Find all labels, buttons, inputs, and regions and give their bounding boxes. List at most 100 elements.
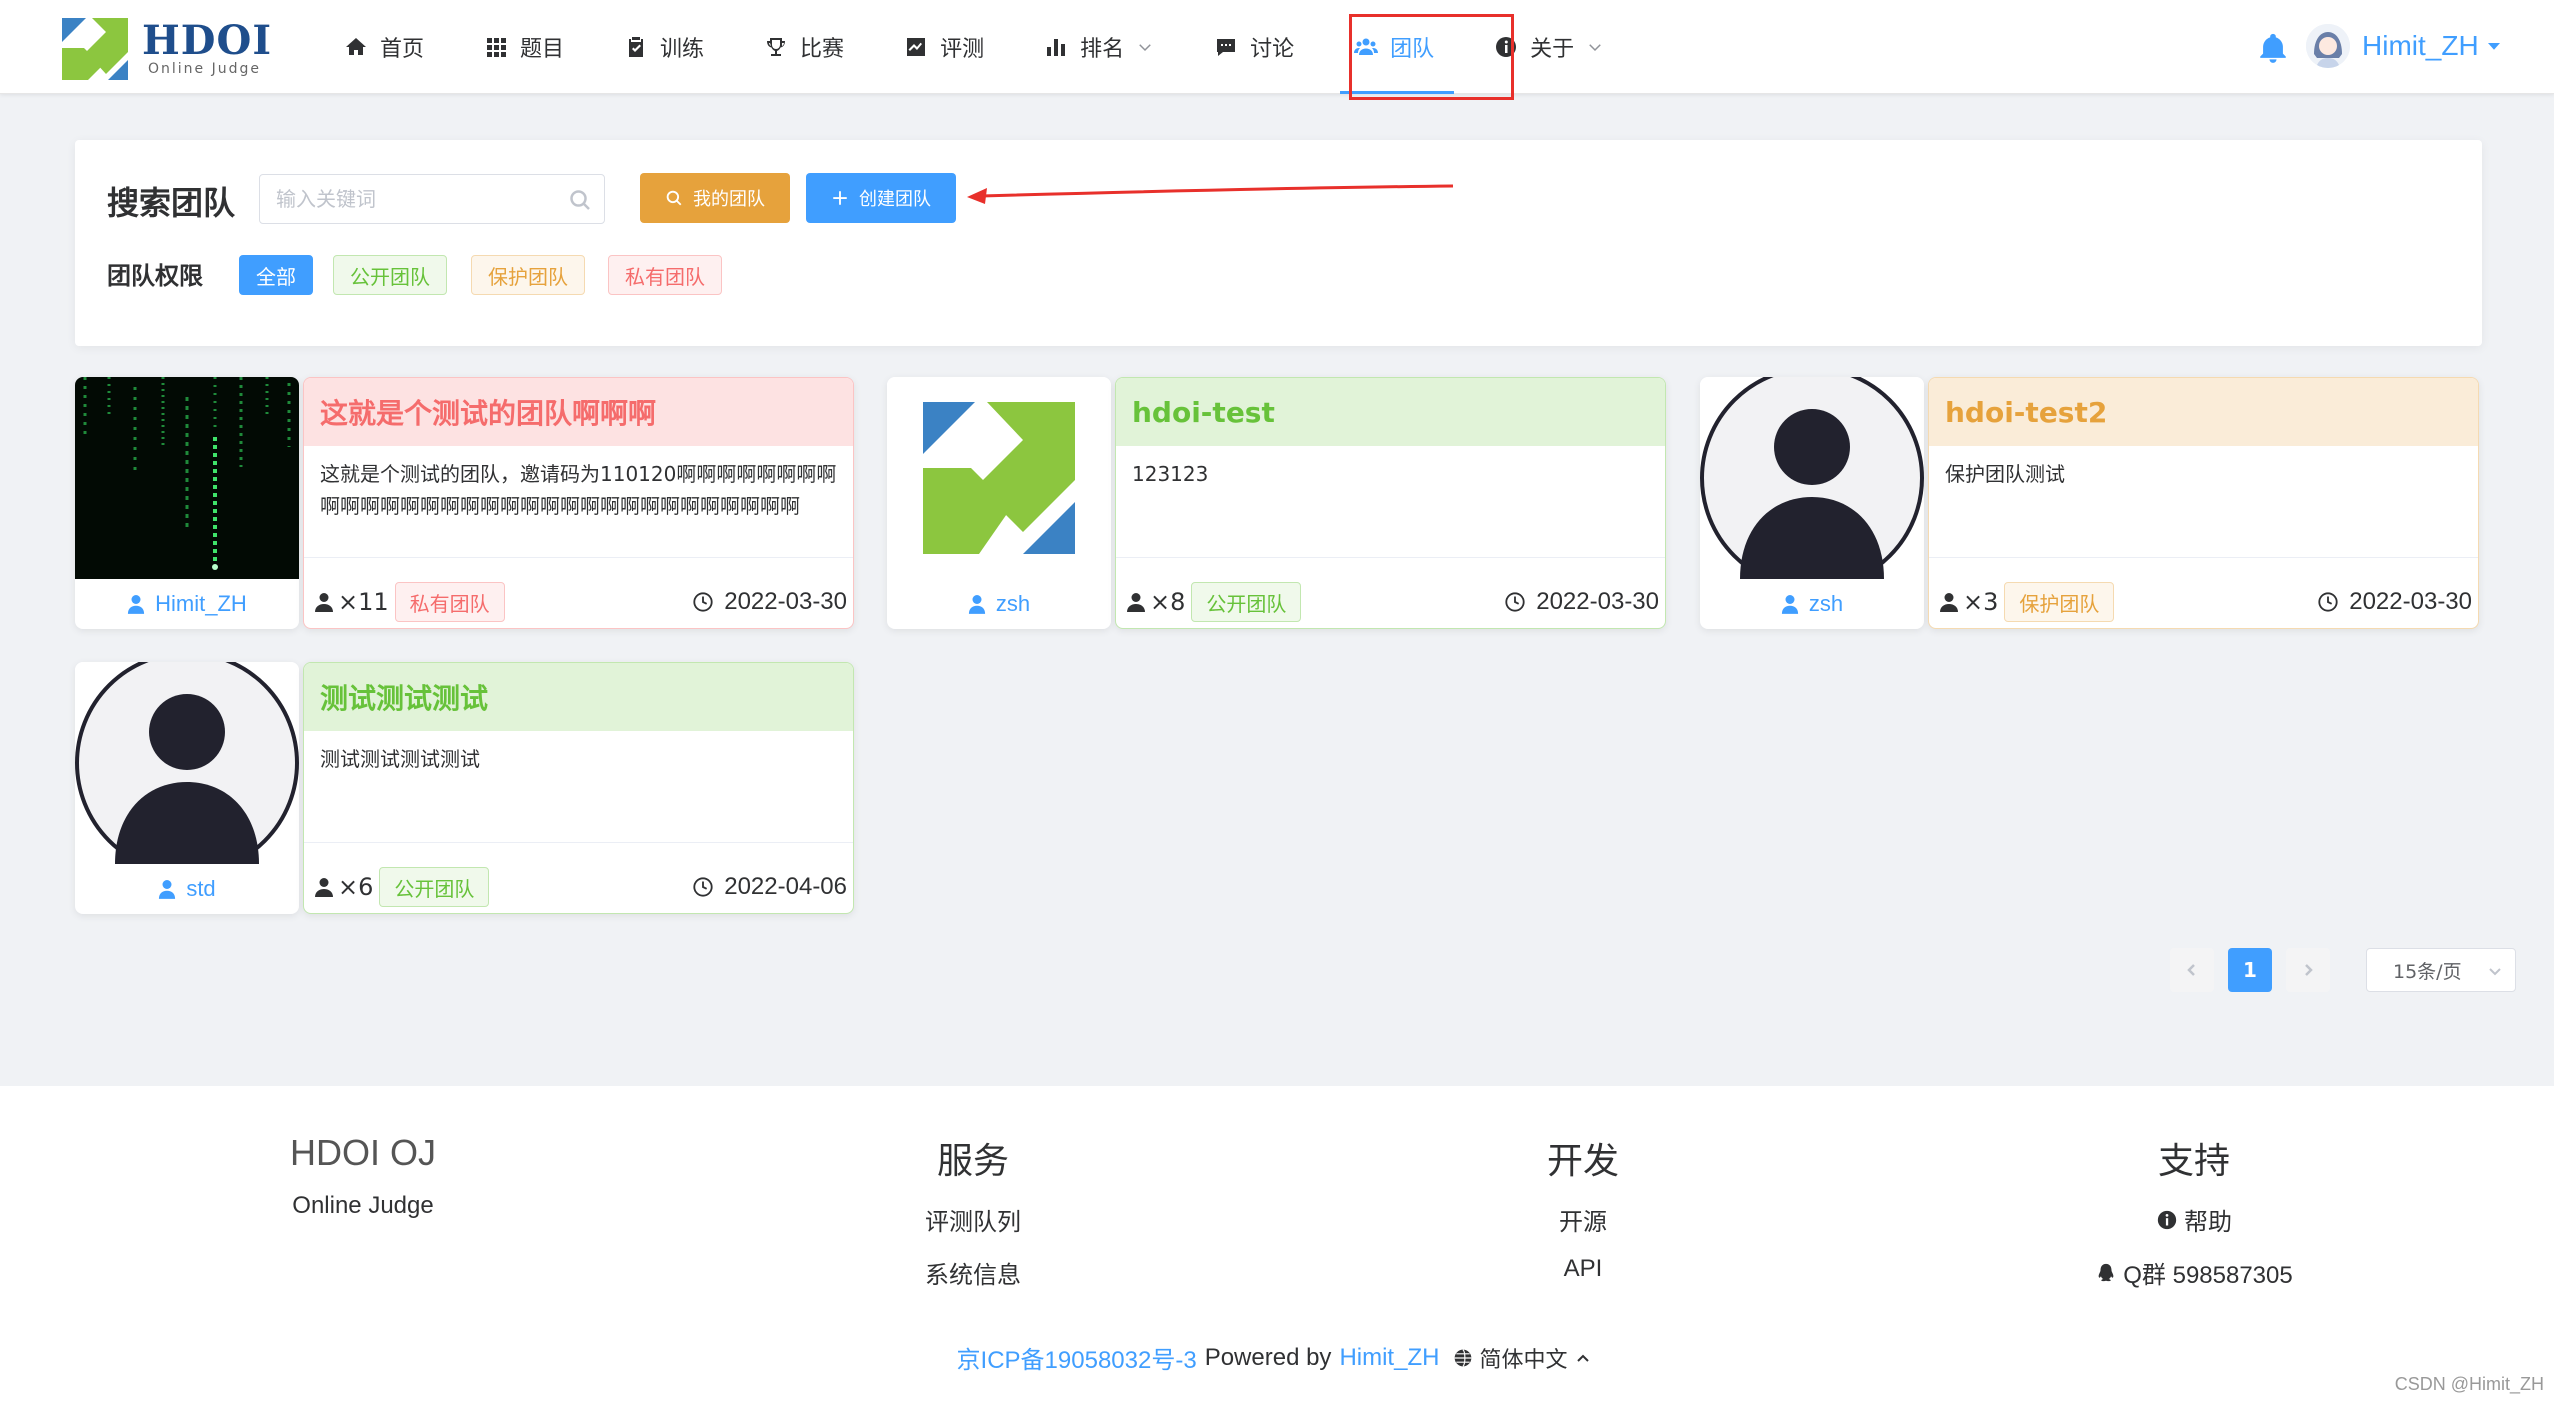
nav-discussion-label: 讨论 [1250,37,1295,62]
footer-link-system-info[interactable]: 系统信息 [823,1255,1123,1290]
nav-rank[interactable]: 排名 [1030,0,1174,94]
team-owner-label: Himit_ZH [155,591,247,616]
nav-training[interactable]: 训练 [610,0,724,94]
footer-link-judge-queue[interactable]: 评测队列 [823,1202,1123,1237]
bar-chart-icon [1047,39,1066,56]
my-team-label: 我的团队 [693,189,765,210]
prev-page-button[interactable] [2170,948,2214,992]
chevron-down-icon [2489,968,2501,976]
footer-col-service: 服务 评测队列 系统信息 [823,1132,1123,1290]
footer-bottom-bar: 京ICP备19058032号-3 Powered by Himit_ZH 简体中… [0,1340,2554,1375]
footer-col-support: 支持 帮助 Q群 598587305 [2044,1132,2344,1290]
filter-protect[interactable]: 保护团队 [471,255,585,295]
footer-link-qq-group[interactable]: Q群 598587305 [2044,1255,2344,1290]
footer-link-help[interactable]: 帮助 [2044,1202,2344,1237]
powered-by-text: Powered by [1204,1343,1332,1371]
user-icon [968,595,985,614]
users-icon [1354,38,1379,55]
globe-icon [1455,1348,1472,1367]
team-owner-panel: zsh [1700,377,1924,629]
filter-public[interactable]: 公开团队 [333,255,447,295]
nav-problems-label: 题目 [520,37,565,62]
team-owner-label: std [186,876,216,901]
team-owner[interactable]: zsh [1700,579,1924,629]
nav-contest[interactable]: 比赛 [750,0,864,94]
nav-problems[interactable]: 题目 [470,0,584,94]
comment-icon [1217,39,1236,56]
footer-col-dev: 开发 开源 API [1433,1132,1733,1283]
team-description: 测试测试测试测试 [304,731,853,843]
team-permission-tag: 公开团队 [1191,582,1302,622]
nav-about[interactable]: 关于 [1480,0,1624,94]
team-name[interactable]: 测试测试测试 [304,663,853,731]
chart-line-icon [907,38,926,56]
page-size-label: 15条/页 [2393,960,2462,983]
footer-link-open-source[interactable]: 开源 [1433,1202,1733,1237]
team-info-panel: hdoi-test2 保护团队测试 ×3 保护团队 2022-03-30 [1928,377,2479,629]
team-date: 2022-03-30 [2317,588,2472,616]
page-number-current[interactable]: 1 [2228,948,2272,992]
team-footer: ×8 公开团队 2022-03-30 [1116,576,1665,628]
team-name[interactable]: hdoi-test [1116,378,1665,446]
team-owner[interactable]: std [75,864,299,914]
team-avatar [1700,377,1924,579]
site-logo[interactable]: HDOI Online Judge [62,18,272,80]
logo-title: HDOI [142,17,273,64]
watermark: CSDN @Himit_ZH [2394,1374,2544,1394]
search-icon[interactable] [568,188,592,212]
grid-icon [487,38,507,57]
team-permission-tag: 私有团队 [394,582,505,622]
filter-private[interactable]: 私有团队 [608,255,722,295]
team-name[interactable]: hdoi-test2 [1929,378,2478,446]
clock-icon [693,877,713,897]
team-owner[interactable]: Himit_ZH [75,579,299,629]
trophy-icon [767,38,786,56]
clipboard-icon [629,37,644,57]
chevron-down-icon [1139,44,1151,52]
logo-icon [62,18,128,80]
chevron-left-icon [2187,964,2195,976]
icp-link[interactable]: 京ICP备19058032号-3 [957,1340,1197,1375]
next-page-button[interactable] [2286,948,2330,992]
info-icon [2157,1210,2177,1229]
my-team-button[interactable]: 我的团队 [640,173,790,223]
nav-team[interactable]: 团队 [1340,0,1455,94]
default-avatar-icon [75,662,299,864]
author-link[interactable]: Himit_ZH [1339,1344,1439,1372]
bell-icon[interactable] [2256,30,2290,66]
team-description: 123123 [1116,446,1665,558]
nav-home-label: 首页 [380,37,425,62]
team-name[interactable]: 这就是个测试的团队啊啊啊 [304,378,853,446]
team-date: 2022-03-30 [1504,588,1659,616]
nav-discussion[interactable]: 讨论 [1200,0,1314,94]
team-date-label: 2022-03-30 [724,588,847,615]
team-avatar-image [887,377,1111,579]
nav-rank-label: 排名 [1080,37,1125,62]
team-avatar [75,662,299,864]
team-owner[interactable]: zsh [887,579,1111,629]
nav-home[interactable]: 首页 [330,0,444,94]
member-count: ×8 [1126,588,1185,616]
nav-status[interactable]: 评测 [890,0,1004,94]
member-count-label: ×8 [1150,588,1186,616]
footer-brand-subtitle: Online Judge [292,1192,434,1219]
search-input[interactable] [260,175,550,223]
nav-contest-label: 比赛 [800,37,845,62]
footer-link-api[interactable]: API [1433,1255,1733,1283]
user-icon [315,593,333,612]
team-footer: ×11 私有团队 2022-03-30 [304,576,853,628]
top-navbar: HDOI Online Judge 首页 题目 训练 比赛 评测 排名 讨论 团… [0,0,2554,94]
user-menu[interactable]: Himit_ZH [2306,24,2503,68]
team-info-panel: 测试测试测试 测试测试测试测试 ×6 公开团队 2022-04-06 [303,662,854,914]
user-icon [315,878,333,897]
search-title: 搜索团队 [107,184,236,222]
clock-icon [1505,592,1525,612]
team-info-panel: hdoi-test 123123 ×8 公开团队 2022-03-30 [1115,377,1666,629]
filter-all[interactable]: 全部 [239,255,313,295]
page-size-select[interactable]: 15条/页 [2366,948,2516,992]
create-team-button[interactable]: 创建团队 [806,173,956,223]
language-switcher[interactable]: 简体中文 [1479,1342,1567,1374]
team-avatar [75,377,299,579]
member-count-label: ×11 [338,588,389,616]
footer-qq-label: Q群 598587305 [2123,1262,2293,1289]
